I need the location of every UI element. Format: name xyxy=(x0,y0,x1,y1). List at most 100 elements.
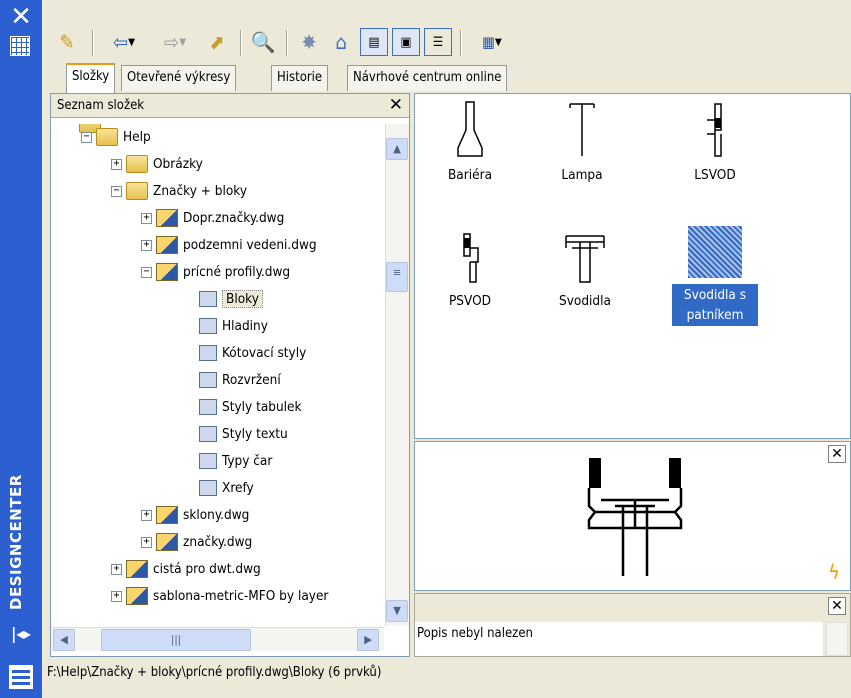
tree-node-label: Dopr.značky.dwg xyxy=(183,210,285,226)
block-item[interactable]: Lampa xyxy=(532,100,632,184)
tree-node[interactable]: + sklony.dwg xyxy=(141,503,249,527)
guardrail-icon xyxy=(565,235,605,283)
tab-folders[interactable]: Složky xyxy=(66,63,116,93)
description-scrollbar[interactable] xyxy=(826,622,848,656)
folder-tree: − Help + Obrázky − Značky + bloky + Dopr.zna… xyxy=(51,124,384,626)
tree-node-label: Obrázky xyxy=(153,156,203,172)
lightning-icon: ϟ xyxy=(828,560,840,584)
load-icon[interactable]: ✎ xyxy=(52,28,82,56)
scroll-down-icon[interactable]: ▼ xyxy=(386,600,408,622)
tree-horizontal-scrollbar[interactable]: ◀ ||| ▶ xyxy=(51,627,384,651)
scroll-up-icon[interactable]: ▲ xyxy=(386,138,408,160)
barrier-icon xyxy=(457,101,483,157)
home-icon[interactable]: ⌂ xyxy=(326,28,356,56)
folder-tree-panel: Seznam složek ✕ − Help + Obrázky − Značky +… xyxy=(50,93,410,657)
expand-icon[interactable]: + xyxy=(111,158,122,170)
tab-online-center[interactable]: Návrhové centrum online xyxy=(347,65,508,91)
preview-toggle[interactable]: ▣ xyxy=(392,28,420,56)
expand-icon[interactable]: + xyxy=(141,509,152,521)
tree-node[interactable]: Hladiny xyxy=(199,314,268,338)
close-icon[interactable]: ✕ xyxy=(828,445,846,463)
drawing-icon xyxy=(126,560,148,578)
designcenter-window: ✕ DESIGNCENTER |◂▸ ✎ ⇦ ▼ ⇨ ▼ ⬈ 🔍 ✸ ⌂ ▤ ▣… xyxy=(0,0,851,698)
close-icon[interactable]: ✕ xyxy=(6,4,36,30)
folder-icon xyxy=(96,128,118,146)
tree-node[interactable]: Bloky xyxy=(199,287,263,311)
tablestyles-icon xyxy=(199,399,217,415)
collapse-icon[interactable]: − xyxy=(111,185,122,197)
lsvod-icon xyxy=(707,103,722,157)
tree-node[interactable]: Rozvržení xyxy=(199,368,281,392)
scroll-thumb[interactable]: ||| xyxy=(101,629,251,651)
tree-node-label: sablona-metric-MFO by layer xyxy=(153,588,329,604)
block-label: PSVOD xyxy=(448,293,492,309)
linetypes-icon xyxy=(199,453,217,469)
forward-button[interactable]: ⇨ ▼ xyxy=(152,28,198,56)
tree-node[interactable]: + cistá pro dwt.dwg xyxy=(111,557,261,581)
expand-icon[interactable]: + xyxy=(111,590,122,602)
expand-icon[interactable]: + xyxy=(141,536,152,548)
properties-icon[interactable] xyxy=(9,665,33,689)
tree-node-label: podzemni vedeni.dwg xyxy=(183,237,317,253)
tree-node[interactable]: Styly textu xyxy=(199,422,288,446)
drawing-icon xyxy=(156,236,178,254)
up-folder-icon[interactable]: ⬈ xyxy=(202,28,232,56)
preview-panel: ✕ ϟ xyxy=(414,441,851,591)
tree-node[interactable]: Typy čar xyxy=(199,449,272,473)
block-item[interactable]: LSVOD xyxy=(665,100,765,184)
tree-node[interactable]: − Značky + bloky xyxy=(111,179,247,203)
toolbar: ✎ ⇦ ▼ ⇨ ▼ ⬈ 🔍 ✸ ⌂ ▤ ▣ ☰ ▦ ▼ xyxy=(44,10,851,58)
tree-node[interactable]: − Help xyxy=(81,125,151,149)
tree-node-label: Rozvržení xyxy=(222,372,281,388)
views-button[interactable]: ▦ ▼ xyxy=(468,28,516,56)
scroll-left-icon[interactable]: ◀ xyxy=(53,629,75,651)
layouts-icon xyxy=(199,372,217,388)
autohide-icon[interactable]: |◂▸ xyxy=(8,624,34,644)
tree-header-label: Seznam složek xyxy=(57,98,145,113)
toolbar-separator xyxy=(460,30,462,56)
tab-open-drawings[interactable]: Otevřené výkresy xyxy=(121,65,237,91)
close-icon[interactable]: ✕ xyxy=(389,95,403,115)
block-item[interactable]: Bariéra xyxy=(420,100,520,184)
tree-node[interactable]: Styly tabulek xyxy=(199,395,302,419)
back-button[interactable]: ⇦ ▼ xyxy=(100,28,148,56)
scroll-right-icon[interactable]: ▶ xyxy=(357,629,379,651)
blocks-icon xyxy=(199,291,217,307)
tree-node-label: Typy čar xyxy=(222,453,273,469)
tree-node[interactable]: + Obrázky xyxy=(111,152,203,176)
favorites-icon[interactable]: ✸ xyxy=(294,28,324,56)
collapse-icon[interactable]: − xyxy=(141,266,152,278)
tree-node[interactable]: − prícné profily.dwg xyxy=(141,260,290,284)
drawing-icon xyxy=(156,506,178,524)
tree-node-label: Styly textu xyxy=(222,426,288,442)
palette-options-icon[interactable] xyxy=(10,36,30,56)
scroll-thumb[interactable]: ≡ xyxy=(386,262,408,292)
block-item[interactable]: Svodidla xyxy=(535,226,635,310)
xrefs-icon xyxy=(199,480,217,496)
toolbar-separator xyxy=(286,30,288,56)
tab-history[interactable]: Historie xyxy=(271,65,329,91)
tree-node[interactable]: Kótovací styly xyxy=(199,341,306,365)
preview-image xyxy=(587,458,683,576)
toolbar-separator xyxy=(92,30,94,56)
tree-vertical-scrollbar[interactable]: ▲ ≡ ▼ xyxy=(385,124,409,626)
tree-node[interactable]: + sablona-metric-MFO by layer xyxy=(111,584,328,608)
description-toggle[interactable]: ☰ xyxy=(424,28,452,56)
tree-node[interactable]: + značky.dwg xyxy=(141,530,252,554)
collapse-icon[interactable]: − xyxy=(81,131,92,143)
tree-node-label: sklony.dwg xyxy=(183,507,250,523)
tree-node[interactable]: Xrefy xyxy=(199,476,254,500)
description-text: Popis nebyl nalezen xyxy=(415,622,823,656)
drawing-icon xyxy=(156,533,178,551)
tree-node[interactable]: + podzemni vedeni.dwg xyxy=(141,233,317,257)
expand-icon[interactable]: + xyxy=(141,239,152,251)
block-label: Svodidla s patníkem xyxy=(672,284,758,326)
tree-node[interactable]: + Dopr.značky.dwg xyxy=(141,206,284,230)
search-icon[interactable]: 🔍 xyxy=(248,28,278,56)
block-item[interactable]: PSVOD xyxy=(420,226,520,310)
close-icon[interactable]: ✕ xyxy=(828,597,846,615)
expand-icon[interactable]: + xyxy=(141,212,152,224)
block-item-selected[interactable]: Svodidla s patníkem xyxy=(665,226,765,326)
tree-view-toggle[interactable]: ▤ xyxy=(360,28,388,56)
expand-icon[interactable]: + xyxy=(111,563,122,575)
